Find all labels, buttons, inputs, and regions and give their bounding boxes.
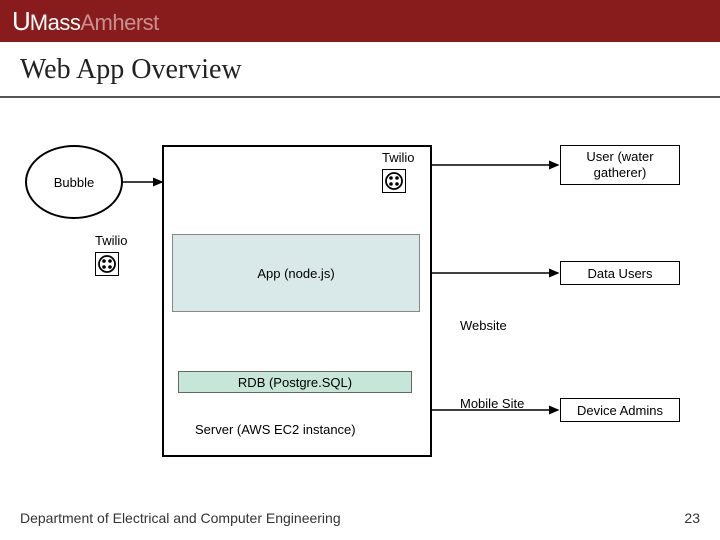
- rdb-box: RDB (Postgre.SQL): [178, 371, 412, 393]
- bubble-node: Bubble: [25, 145, 123, 219]
- footer: Department of Electrical and Computer En…: [20, 510, 700, 526]
- header-bar: UMassAmherst: [0, 0, 720, 42]
- data-users-box: Data Users: [560, 261, 680, 285]
- server-label: Server (AWS EC2 instance): [195, 422, 356, 437]
- rdb-label: RDB (Postgre.SQL): [238, 375, 352, 390]
- logo-u: U: [12, 6, 30, 37]
- title-section: Web App Overview: [0, 42, 720, 98]
- user-box: User (water gatherer): [560, 145, 680, 185]
- user-label: User (water gatherer): [561, 149, 679, 180]
- data-users-label: Data Users: [587, 266, 652, 281]
- logo-mass: Mass: [30, 10, 81, 36]
- twilio-left-label: Twilio: [95, 233, 128, 248]
- twilio-icon: [382, 169, 406, 193]
- department-label: Department of Electrical and Computer En…: [20, 510, 341, 526]
- device-admins-label: Device Admins: [577, 403, 663, 418]
- mobile-site-label: Mobile Site: [460, 396, 524, 412]
- page-title: Web App Overview: [20, 54, 700, 86]
- device-admins-box: Device Admins: [560, 398, 680, 422]
- architecture-diagram: Bubble Twilio Twilio App (node.js) RDB (…: [0, 98, 720, 498]
- umass-logo: UMassAmherst: [12, 6, 159, 37]
- page-number: 23: [684, 510, 700, 526]
- twilio-top-label: Twilio: [382, 150, 415, 165]
- logo-amherst: Amherst: [80, 10, 158, 36]
- app-label: App (node.js): [257, 266, 334, 281]
- bubble-label: Bubble: [54, 175, 94, 190]
- twilio-icon: [95, 252, 119, 276]
- app-box: App (node.js): [172, 234, 420, 312]
- website-label: Website: [460, 318, 507, 333]
- mobile-text: Mobile Site: [460, 396, 524, 411]
